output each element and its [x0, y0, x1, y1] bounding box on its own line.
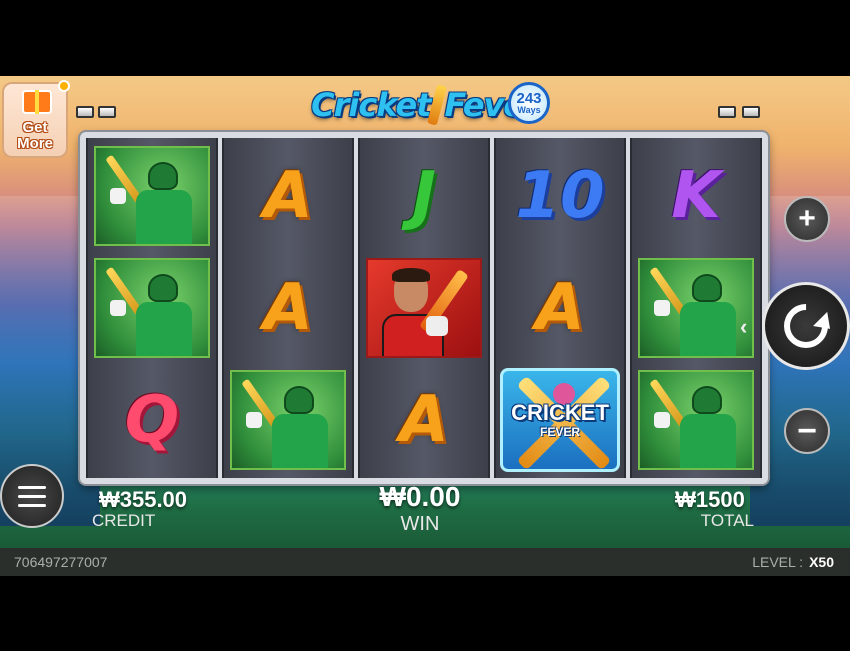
floodlight-icon: [76, 106, 94, 118]
symbol-cell: K: [636, 144, 756, 248]
symbol-a: A: [399, 383, 449, 457]
floodlight-icon: [98, 106, 116, 118]
symbol-cell: [636, 256, 756, 360]
reel-4: 10 A CRICKET FEVER: [494, 138, 626, 478]
symbol-cell: J: [364, 144, 484, 248]
ways-label: Ways: [517, 105, 541, 115]
round-id: 706497277007: [14, 554, 108, 570]
credit-value: ₩355.00: [98, 487, 188, 512]
symbol-cell: A: [364, 368, 484, 472]
logo-title-part1: Cricket: [311, 86, 431, 124]
footer-bar: 706497277007 LEVEL : X50: [0, 548, 850, 576]
batsman-symbol: [94, 146, 210, 246]
credit-label: CREDIT: [92, 511, 156, 531]
level-label: LEVEL :: [752, 554, 804, 570]
reel-frame: Q A A J A 10 A CRICKET FEVER K: [80, 132, 768, 484]
total-value: ₩1500: [675, 487, 745, 512]
symbol-a: A: [535, 271, 585, 345]
get-more-button[interactable]: Get More: [2, 80, 70, 158]
reel-1: Q: [86, 138, 218, 478]
ways-number: 243: [516, 90, 542, 107]
chevron-left-icon[interactable]: ‹: [740, 314, 747, 340]
win-display: ₩0.00 WIN: [345, 481, 495, 535]
level-indicator: LEVEL : X50: [752, 554, 834, 570]
batsman-symbol: [230, 370, 346, 470]
credit-display: ₩355.00 CREDIT: [88, 487, 198, 531]
level-value: X50: [809, 554, 834, 570]
wild-symbol: CRICKET FEVER: [500, 368, 620, 472]
symbol-cell: Q: [92, 368, 212, 472]
symbol-cell: [92, 256, 212, 360]
total-label: TOTAL: [700, 511, 754, 531]
refresh-icon: [774, 294, 838, 358]
reel-5: K: [630, 138, 762, 478]
symbol-cell: [636, 368, 756, 472]
hamburger-icon-line: [18, 503, 46, 507]
hamburger-icon-line: [18, 485, 46, 489]
reel-2: AA: [222, 138, 354, 478]
floodlight-icon: [718, 106, 736, 118]
total-bet-display[interactable]: ₩1500 TOTAL: [660, 487, 760, 531]
symbol-cell: [92, 144, 212, 248]
symbol-k: K: [671, 159, 721, 233]
reel-3: JA: [358, 138, 490, 478]
symbol-cell: A: [500, 256, 620, 360]
bet-decrease-button[interactable]: −: [784, 408, 830, 454]
plus-icon: +: [798, 202, 816, 235]
floodlight-icon: [742, 106, 760, 118]
minus-icon: −: [797, 411, 817, 450]
symbol-j: J: [412, 159, 436, 233]
symbol-a: A: [263, 271, 313, 345]
symbol-cell: [364, 256, 484, 360]
symbol-cell: A: [228, 144, 348, 248]
gift-icon: [22, 90, 52, 114]
win-label: WIN: [400, 512, 440, 535]
symbol-cell: 10: [500, 144, 620, 248]
reels-grid: Q A A J A 10 A CRICKET FEVER K: [86, 138, 762, 478]
game-logo: Cricket Fever 243 Ways: [300, 76, 550, 134]
symbol-cell: [228, 368, 348, 472]
symbol-q: Q: [124, 383, 180, 457]
batsman-symbol: [638, 370, 754, 470]
ways-badge: 243 Ways: [508, 82, 550, 124]
batsman-symbol: [638, 258, 754, 358]
spin-button[interactable]: [762, 282, 850, 370]
notification-dot: [58, 80, 70, 92]
symbol-cell: A: [228, 256, 348, 360]
symbol-10: 10: [515, 159, 605, 233]
symbol-a: A: [263, 159, 313, 233]
star-player-symbol: [366, 258, 482, 358]
win-value: ₩0.00: [379, 481, 461, 512]
bet-increase-button[interactable]: +: [784, 196, 830, 242]
batsman-symbol: [94, 258, 210, 358]
hamburger-icon-line: [18, 494, 46, 498]
menu-button[interactable]: [0, 464, 64, 528]
get-more-label: Get More: [17, 119, 53, 152]
game-area: Cricket Fever 243 Ways Get More Q A A J A 10 A…: [0, 76, 850, 576]
symbol-cell: CRICKET FEVER: [500, 368, 620, 472]
